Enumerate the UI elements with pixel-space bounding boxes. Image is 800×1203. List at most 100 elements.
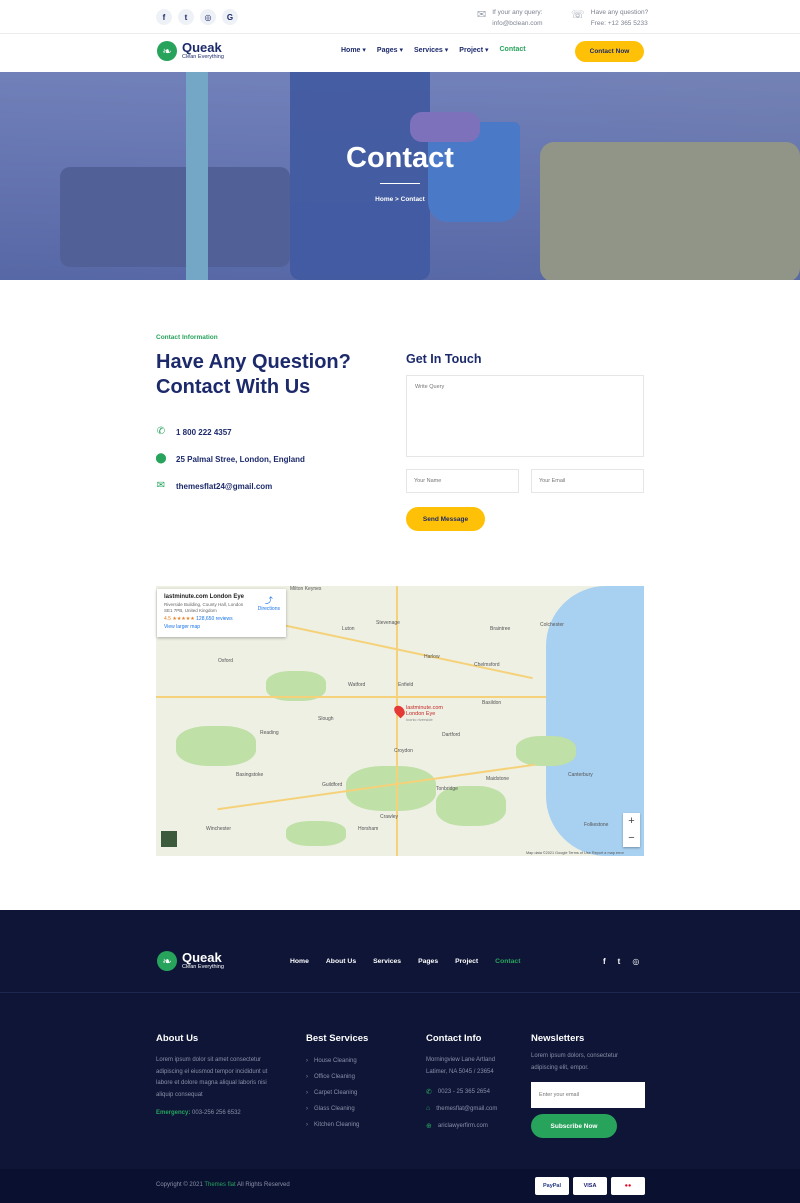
envelope-icon: ✉ — [477, 9, 487, 21]
map-town: Milton Keynes — [290, 586, 322, 592]
phone-icon: ✆ — [156, 426, 166, 437]
phone-icon: ✆ — [426, 1089, 432, 1096]
chevron-right-icon: › — [306, 1074, 308, 1080]
map-town: Winchester — [206, 826, 232, 832]
breadcrumb-current: Contact — [400, 196, 425, 203]
twitter-icon[interactable]: t — [178, 9, 194, 25]
nav-contact[interactable]: Contact — [500, 46, 526, 54]
nav-home[interactable]: Home ▾ — [341, 46, 366, 54]
breadcrumb-home[interactable]: Home — [375, 196, 393, 203]
query-textarea[interactable] — [406, 375, 644, 457]
chevron-right-icon: › — [306, 1106, 308, 1112]
footer-emergency-phone[interactable]: 003-256 256 6532 — [192, 1110, 241, 1116]
map-town: Braintree — [490, 626, 511, 632]
footer-emergency: Emergency: 003-256 256 6532 — [156, 1110, 241, 1116]
site-footer — [0, 910, 800, 1203]
view-larger-map-link[interactable]: View larger map — [164, 624, 279, 630]
nav-pages[interactable]: Pages ▾ — [377, 46, 403, 54]
directions-link[interactable]: ⤴ Directions — [258, 595, 280, 612]
paypal-icon: PayPal — [535, 1177, 569, 1195]
nav-project[interactable]: Project ▾ — [459, 46, 488, 54]
logo-tagline: Clean Everything — [182, 54, 224, 60]
phone-icon: ☏ — [571, 9, 585, 21]
page-title: Contact — [346, 142, 454, 174]
map-town: Watford — [348, 682, 366, 688]
top-phone-value[interactable]: Free: +12 365 5233 — [591, 18, 648, 29]
top-phone-label: Have any question? — [590, 9, 649, 16]
footer-nav-pages[interactable]: Pages — [418, 958, 438, 965]
main-header: ❧ Queak Clean Everything Home ▾ Pages ▾ … — [0, 34, 800, 72]
map-town: Basingstoke — [236, 772, 264, 778]
top-bar: f t ◎ G ✉ If your any query: info@bclean… — [0, 0, 800, 34]
contact-email-row: ✉ themesflat24@gmail.com — [156, 481, 272, 491]
copyright-brand-link[interactable]: Themes flat — [204, 1182, 235, 1188]
footer-service-link[interactable]: › Glass Cleaning — [306, 1106, 355, 1112]
footer-contact-email[interactable]: themesflat@gmail.com — [436, 1106, 497, 1112]
site-logo[interactable]: ❧ Queak Clean Everything — [157, 41, 224, 61]
footer-nav-contact[interactable]: Contact — [495, 958, 520, 965]
map-pin-label: lastminute.com London Eye Iconic riversi… — [406, 705, 443, 722]
footer-service-link[interactable]: › House Cleaning — [306, 1058, 357, 1064]
map-town: Enfield — [398, 682, 414, 688]
map-town: Basildon — [482, 700, 502, 706]
map-place-card: lastminute.com London Eye Riverside Buil… — [157, 589, 286, 637]
footer-about-title: About Us — [156, 1033, 199, 1044]
facebook-icon[interactable]: f — [603, 957, 606, 966]
footer-contact-web[interactable]: ariclawyerfirm.com — [438, 1123, 488, 1129]
chevron-down-icon: ▾ — [444, 47, 449, 54]
newsletter-email-input[interactable] — [531, 1082, 645, 1108]
footer-service-link[interactable]: › Office Cleaning — [306, 1074, 355, 1080]
map-town: Chelmsford — [474, 662, 500, 668]
instagram-icon[interactable]: ◎ — [632, 957, 639, 966]
footer-nav: Home About Us Services Pages Project Con… — [290, 958, 520, 965]
leaf-icon: ❧ — [157, 41, 177, 61]
instagram-icon[interactable]: ◎ — [200, 9, 216, 25]
footer-service-link[interactable]: › Carpet Cleaning — [306, 1090, 357, 1096]
footer-nav-about[interactable]: About Us — [326, 958, 356, 965]
name-input[interactable] — [406, 469, 519, 493]
subscribe-button[interactable]: Subscribe Now — [531, 1114, 617, 1138]
top-email-value[interactable]: info@bclean.com — [492, 18, 542, 29]
email-input[interactable] — [531, 469, 644, 493]
map-satellite-toggle[interactable] — [161, 831, 177, 847]
chevron-down-icon: ▾ — [362, 47, 366, 54]
chevron-down-icon: ▾ — [484, 47, 489, 54]
footer-service-link[interactable]: › Kitchen Cleaning — [306, 1122, 359, 1128]
footer-nav-home[interactable]: Home — [290, 958, 309, 965]
map-pin-icon: ⬤ — [155, 453, 167, 464]
top-email-label: If your any query: — [492, 9, 543, 16]
nav-services[interactable]: Services ▾ — [414, 46, 448, 54]
twitter-icon[interactable]: t — [618, 957, 621, 966]
send-message-button[interactable]: Send Message — [406, 507, 485, 531]
footer-about-text: Lorem ipsum dolor sit amet consectetur a… — [156, 1057, 268, 1098]
chevron-down-icon: ▾ — [399, 47, 404, 54]
map-green-area — [176, 726, 256, 766]
footer-social-links: f t ◎ — [603, 957, 639, 966]
map-town: Horsham — [358, 826, 379, 832]
map-place-reviews[interactable]: 128,650 reviews — [196, 616, 232, 622]
chevron-right-icon: › — [306, 1090, 308, 1096]
map-town: Folkestone — [584, 822, 609, 828]
contact-phone[interactable]: 1 800 222 4357 — [176, 428, 232, 437]
footer-logo[interactable]: ❧ Queak Clean Everything — [157, 951, 224, 971]
footer-contact-phone-row: ✆ 0023 - 25 365 2654 — [426, 1088, 490, 1096]
zoom-in-button[interactable]: + — [623, 813, 640, 830]
map-attribution: Map data ©2021 Google Terms of Use Repor… — [526, 851, 624, 855]
footer-bottom-bar — [0, 1169, 800, 1203]
chevron-right-icon: › — [306, 1122, 308, 1128]
footer-nav-services[interactable]: Services — [373, 958, 401, 965]
facebook-icon[interactable]: f — [156, 9, 172, 25]
google-icon[interactable]: G — [222, 9, 238, 25]
breadcrumb: Home > Contact — [0, 196, 800, 203]
contact-email[interactable]: themesflat24@gmail.com — [176, 482, 272, 491]
map-town: Slough — [318, 716, 334, 722]
chevron-right-icon: › — [306, 1058, 308, 1064]
hero-banner: Contact Home > Contact — [0, 72, 800, 280]
footer-nav-project[interactable]: Project — [455, 958, 478, 965]
zoom-out-button[interactable]: − — [623, 830, 640, 847]
footer-contact-phone[interactable]: 0023 - 25 365 2654 — [438, 1089, 490, 1095]
map-town: Croydon — [394, 748, 413, 754]
contact-now-button[interactable]: Contact Now — [575, 41, 644, 62]
map-town: Guildford — [322, 782, 343, 788]
footer-contact-web-row: ⊕ ariclawyerfirm.com — [426, 1122, 488, 1130]
